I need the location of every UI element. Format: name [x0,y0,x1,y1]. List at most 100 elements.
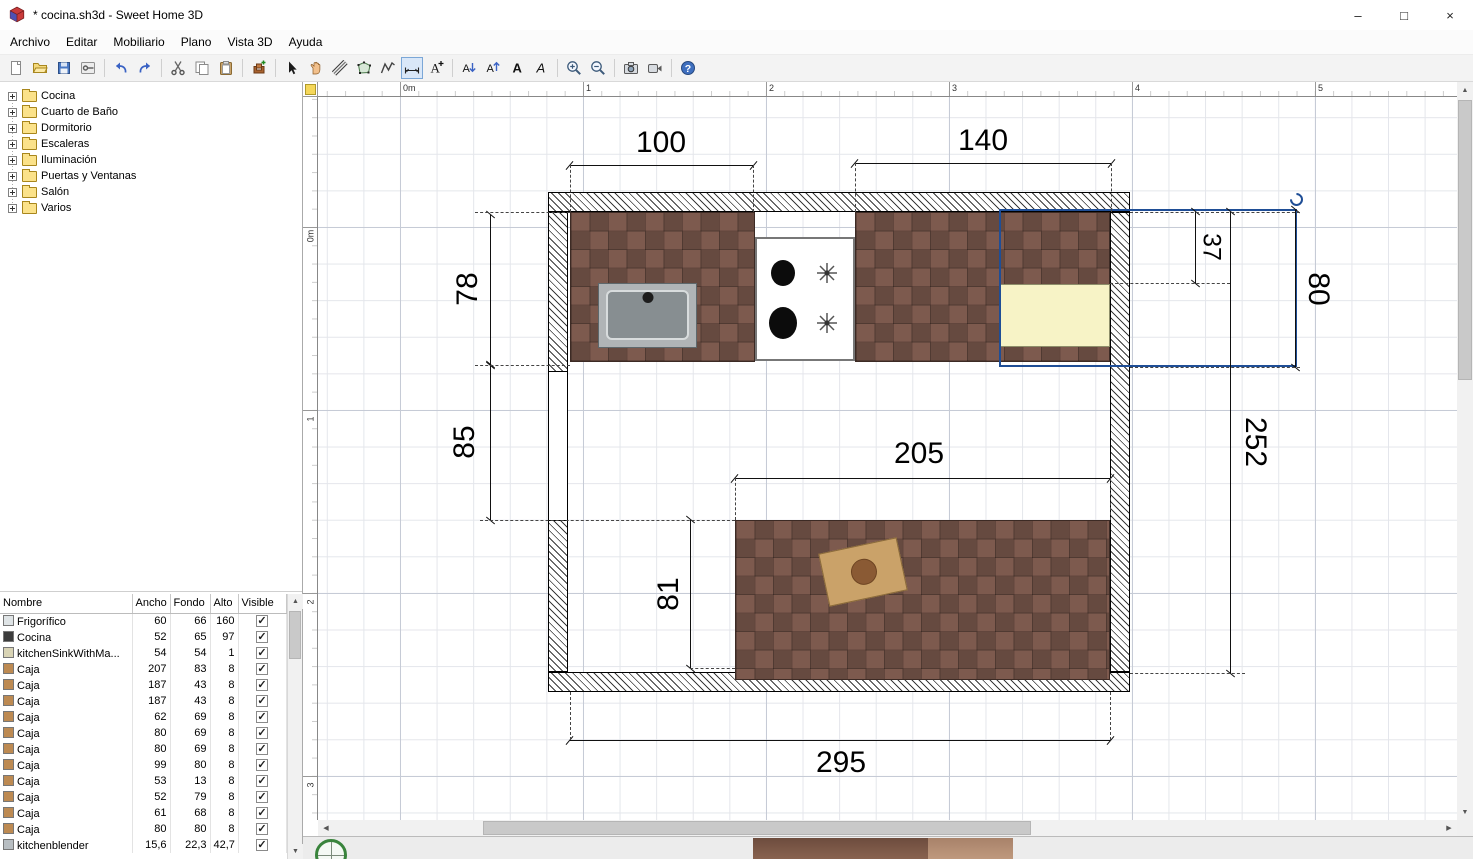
scroll-left-icon[interactable]: ◀ [318,820,334,836]
redo-button[interactable] [134,57,156,79]
visible-checkbox[interactable]: ✓ [256,775,268,787]
expand-icon[interactable] [8,107,17,117]
create-texts-button[interactable]: A [425,57,447,79]
visible-checkbox[interactable]: ✓ [256,615,268,628]
stove[interactable] [755,237,855,361]
column-header-visible[interactable]: Visible [238,594,287,614]
expand-icon[interactable] [8,123,17,133]
italic-button[interactable]: A [530,57,552,79]
dimension-label-81[interactable]: 81 [652,577,685,610]
furniture-row[interactable]: kitchenSinkWithMa... 54 54 1 ✓ [0,645,287,661]
furniture-row[interactable]: Frigorífico 60 66 160 ✓ [0,613,287,629]
furniture-row[interactable]: Caja 80 80 8 ✓ [0,821,287,837]
open-button[interactable] [29,57,51,79]
furniture-row[interactable]: Cocina 52 65 97 ✓ [0,629,287,645]
create-video-button[interactable] [644,57,666,79]
dimension-line-205[interactable] [735,478,1110,479]
column-header-nombre[interactable]: Nombre [0,594,133,614]
add-furniture-button[interactable] [248,57,270,79]
new-home-button[interactable] [5,57,27,79]
menu-item-ayuda[interactable]: Ayuda [281,31,331,53]
visible-checkbox[interactable]: ✓ [256,727,268,739]
menu-item-archivo[interactable]: Archivo [2,31,58,53]
create-walls-button[interactable] [329,57,351,79]
visible-checkbox[interactable]: ✓ [256,631,268,643]
paste-button[interactable] [215,57,237,79]
furniture-row[interactable]: kitchenblender 15,6 22,3 42,7 ✓ [0,837,287,853]
dimension-line-78[interactable] [490,215,491,365]
furniture-row[interactable]: Caja 187 43 8 ✓ [0,693,287,709]
select-button[interactable] [281,57,303,79]
tree-item-salón[interactable]: Salón [0,184,302,200]
dimension-label-37[interactable]: 37 [1198,233,1226,261]
scrollbar-thumb[interactable] [483,821,1031,835]
tree-item-varios[interactable]: Varios [0,200,302,216]
visible-checkbox[interactable]: ✓ [256,759,268,771]
copy-button[interactable] [191,57,213,79]
kitchen-sink[interactable] [598,283,697,348]
column-header-alto[interactable]: Alto [210,594,239,614]
furniture-row[interactable]: Caja 99 80 8 ✓ [0,757,287,773]
tree-item-cuarto-de-baño[interactable]: Cuarto de Baño [0,104,302,120]
expand-icon[interactable] [8,171,17,181]
column-header-fondo[interactable]: Fondo [170,594,211,614]
plan-horizontal-scrollbar[interactable]: ◀ ▶ [318,820,1457,836]
dimension-label-140[interactable]: 140 [958,126,1008,156]
save-button[interactable] [53,57,75,79]
menu-item-mobiliario[interactable]: Mobiliario [105,31,172,53]
zoom-out-button[interactable] [587,57,609,79]
dimension-label-100[interactable]: 100 [636,128,686,158]
expand-icon[interactable] [8,155,17,165]
create-photo-button[interactable] [620,57,642,79]
scroll-up-icon[interactable]: ▲ [1457,82,1473,98]
tree-item-iluminación[interactable]: Iluminación [0,152,302,168]
scroll-down-icon[interactable]: ▼ [1457,804,1473,820]
dimension-label-205[interactable]: 205 [894,439,944,469]
dimension-label-80[interactable]: 80 [1302,272,1335,305]
wall-opening[interactable] [548,372,568,520]
column-header-ancho[interactable]: Ancho [132,594,171,614]
tree-item-puertas-y-ventanas[interactable]: Puertas y Ventanas [0,168,302,184]
undo-button[interactable] [110,57,132,79]
dimension-line-295[interactable] [570,740,1110,741]
plan-canvas[interactable]: 100 140 78 37 80 85 205 252 81 295 [318,97,1457,820]
visible-checkbox[interactable]: ✓ [256,743,268,755]
selection-box[interactable] [999,190,1306,367]
tree-item-cocina[interactable]: Cocina [0,88,302,104]
expand-icon[interactable] [8,187,17,197]
preferences-button[interactable] [77,57,99,79]
dimension-label-252[interactable]: 252 [1239,417,1272,467]
furniture-row[interactable]: Caja 187 43 8 ✓ [0,677,287,693]
visible-checkbox[interactable]: ✓ [256,647,268,659]
view-3d-strip[interactable] [303,836,1473,859]
furniture-row[interactable]: Caja 53 13 8 ✓ [0,773,287,789]
visible-checkbox[interactable]: ✓ [256,807,268,819]
create-polylines-button[interactable] [377,57,399,79]
minimize-button[interactable]: – [1335,0,1381,30]
wall-left-upper[interactable] [548,212,568,372]
scrollbar-thumb[interactable] [1458,100,1472,380]
dimension-line-85[interactable] [490,365,491,520]
visible-checkbox[interactable]: ✓ [256,695,268,707]
scroll-down-icon[interactable]: ▼ [288,844,303,859]
furniture-row[interactable]: Caja 52 79 8 ✓ [0,789,287,805]
furniture-row[interactable]: Caja 80 69 8 ✓ [0,741,287,757]
visible-checkbox[interactable]: ✓ [256,791,268,803]
scroll-right-icon[interactable]: ▶ [1441,820,1457,836]
furniture-table-scrollbar[interactable]: ▲ ▼ [287,594,303,859]
dimension-line-100[interactable] [570,165,753,166]
bold-button[interactable]: A [506,57,528,79]
furniture-row[interactable]: Caja 207 83 8 ✓ [0,661,287,677]
wall-left-lower[interactable] [548,520,568,672]
dimension-line-81[interactable] [690,520,691,668]
dimension-label-295[interactable]: 295 [816,748,866,778]
create-rooms-button[interactable] [353,57,375,79]
kitchen-island[interactable] [735,520,1110,680]
close-button[interactable]: × [1427,0,1473,30]
increase-text-size-button[interactable]: A [482,57,504,79]
compass-icon[interactable] [315,839,347,859]
dimension-line-80[interactable] [1295,210,1296,367]
plan-vertical-scrollbar[interactable]: ▲ ▼ [1457,82,1473,820]
dimension-line-37[interactable] [1195,212,1196,283]
visible-checkbox[interactable]: ✓ [256,839,268,851]
